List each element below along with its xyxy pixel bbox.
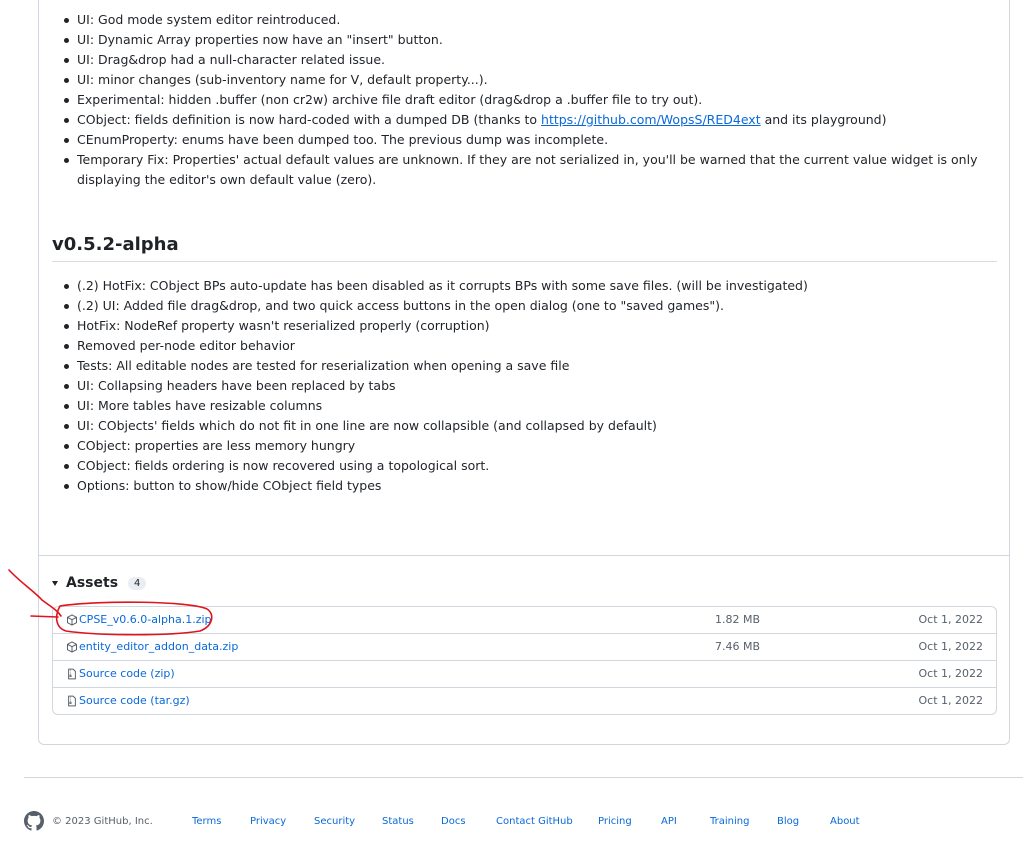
footer-link-status[interactable]: Status (382, 816, 414, 827)
asset-link-source-zip[interactable]: Source code (zip) (79, 667, 175, 681)
asset-link-cpse-zip[interactable]: CPSE_v0.6.0-alpha.1.zip (79, 613, 212, 627)
footer-link-pricing[interactable]: Pricing (598, 816, 632, 827)
package-icon (67, 641, 77, 653)
version-heading: v0.5.2-alpha (52, 233, 997, 262)
note-item: (.2) HotFix: CObject BPs auto-update has… (52, 276, 997, 296)
notes-list-v052: (.2) HotFix: CObject BPs auto-update has… (52, 276, 997, 496)
asset-link-entity-editor-zip[interactable]: entity_editor_addon_data.zip (79, 640, 238, 654)
note-item: CObject: fields definition is now hard-c… (52, 110, 997, 130)
assets-list: CPSE_v0.6.0-alpha.1.zip 1.82 MB Oct 1, 2… (52, 606, 997, 715)
footer-link-contact[interactable]: Contact GitHub (496, 816, 573, 827)
note-item: HotFix: NodeRef property wasn't reserial… (52, 316, 997, 336)
asset-size: 7.46 MB (715, 640, 761, 653)
note-item: UI: Collapsing headers have been replace… (52, 376, 997, 396)
footer-link-security[interactable]: Security (314, 816, 355, 827)
asset-date: Oct 1, 2022 (918, 640, 983, 653)
note-item: UI: Dynamic Array properties now have an… (52, 30, 997, 50)
footer-link-docs[interactable]: Docs (441, 816, 466, 827)
footer-link-api[interactable]: API (661, 816, 677, 827)
note-item: Removed per-node editor behavior (52, 336, 997, 356)
asset-link-source-targz[interactable]: Source code (tar.gz) (79, 694, 190, 708)
note-item: CEnumProperty: enums have been dumped to… (52, 130, 997, 150)
github-logo-icon[interactable] (24, 811, 44, 831)
asset-row: entity_editor_addon_data.zip 7.46 MB Oct… (53, 634, 996, 661)
asset-row: CPSE_v0.6.0-alpha.1.zip 1.82 MB Oct 1, 2… (53, 607, 996, 634)
note-item: Tests: All editable nodes are tested for… (52, 356, 997, 376)
asset-date: Oct 1, 2022 (918, 694, 983, 707)
asset-row: Source code (tar.gz) Oct 1, 2022 (53, 688, 996, 714)
note-item: (.2) UI: Added file drag&drop, and two q… (52, 296, 997, 316)
footer-divider (24, 777, 1023, 778)
asset-size: 1.82 MB (715, 613, 761, 626)
file-zip-icon (68, 695, 76, 707)
note-item: Temporary Fix: Properties' actual defaul… (52, 150, 997, 190)
footer-link-about[interactable]: About (830, 816, 860, 827)
assets-title: Assets (66, 575, 119, 591)
asset-row: Source code (zip) Oct 1, 2022 (53, 661, 996, 688)
note-item: UI: More tables have resizable columns (52, 396, 997, 416)
footer-link-terms[interactable]: Terms (192, 816, 221, 827)
note-item: CObject: fields ordering is now recovere… (52, 456, 997, 476)
footer: © 2023 GitHub, Inc. Terms Privacy Securi… (24, 810, 1023, 834)
note-item: UI: Drag&drop had a null-character relat… (52, 50, 997, 70)
note-item: UI: CObjects' fields which do not fit in… (52, 416, 997, 436)
caret-down-icon (52, 580, 58, 586)
assets-divider (38, 555, 1010, 556)
copyright: © 2023 GitHub, Inc. (52, 816, 153, 827)
package-icon (67, 614, 77, 626)
footer-link-blog[interactable]: Blog (777, 816, 799, 827)
asset-date: Oct 1, 2022 (918, 613, 983, 626)
assets-toggle[interactable]: Assets 4 (52, 573, 147, 593)
note-item: Experimental: hidden .buffer (non cr2w) … (52, 90, 997, 110)
assets-count-badge: 4 (128, 576, 147, 590)
note-item: Options: button to show/hide CObject fie… (52, 476, 997, 496)
file-zip-icon (68, 668, 76, 680)
red4ext-link[interactable]: https://github.com/WopsS/RED4ext (541, 112, 761, 127)
asset-date: Oct 1, 2022 (918, 667, 983, 680)
notes-list-top: UI: God mode system editor reintroduced.… (52, 10, 997, 190)
footer-link-privacy[interactable]: Privacy (250, 816, 286, 827)
note-item: UI: minor changes (sub-inventory name fo… (52, 70, 997, 90)
note-item: CObject: properties are less memory hung… (52, 436, 997, 456)
note-item: UI: God mode system editor reintroduced. (52, 10, 997, 30)
footer-link-training[interactable]: Training (710, 816, 749, 827)
